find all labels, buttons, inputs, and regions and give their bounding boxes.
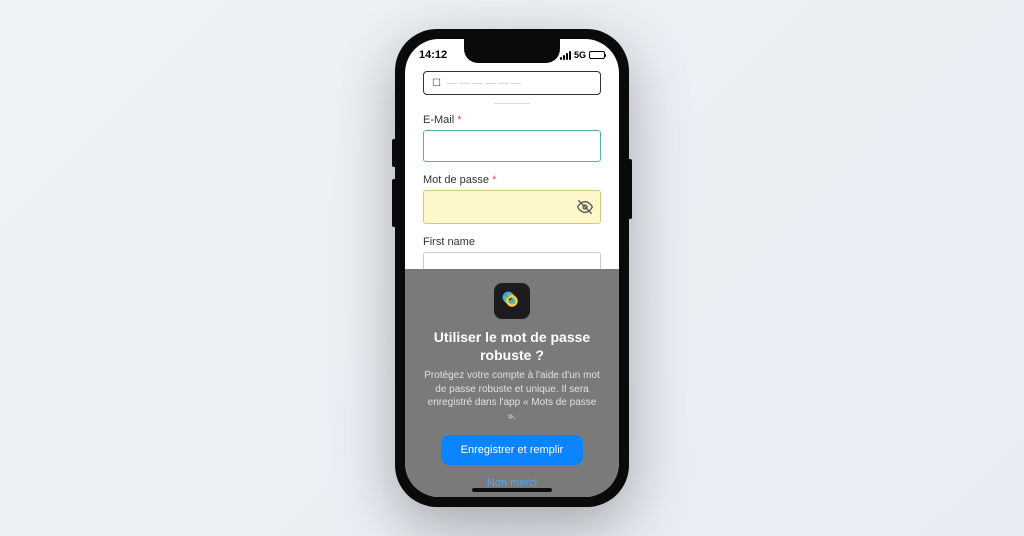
password-label: Mot de passe * bbox=[423, 174, 601, 186]
phone-frame: 14:12 5G ☐ — — — — — — E-Mail * Mot de p… bbox=[395, 29, 629, 507]
network-label: 5G bbox=[574, 50, 586, 60]
home-indicator[interactable] bbox=[472, 488, 552, 492]
key-icon bbox=[501, 290, 523, 312]
email-field[interactable] bbox=[423, 130, 601, 162]
status-time: 14:12 bbox=[419, 49, 447, 61]
sheet-title: Utiliser le mot de passe robuste ? bbox=[423, 329, 601, 364]
notch bbox=[464, 39, 560, 63]
eye-off-icon[interactable] bbox=[577, 199, 593, 215]
email-label-text: E-Mail bbox=[423, 114, 454, 126]
form-content: ☐ — — — — — — E-Mail * Mot de passe * bbox=[405, 67, 619, 296]
firstname-label: First name bbox=[423, 236, 601, 248]
sso-button[interactable]: ☐ — — — — — — bbox=[423, 71, 601, 95]
signal-icon bbox=[560, 51, 571, 60]
password-field-wrap bbox=[423, 190, 601, 224]
save-and-fill-button[interactable]: Enregistrer et remplir bbox=[441, 435, 584, 465]
status-right: 5G bbox=[560, 50, 605, 60]
divider bbox=[494, 103, 530, 104]
passwords-app-icon bbox=[494, 283, 530, 319]
sheet-description: Protégez votre compte à l'aide d'un mot … bbox=[423, 369, 601, 423]
password-prompt-sheet: Utiliser le mot de passe robuste ? Proté… bbox=[405, 269, 619, 497]
password-field[interactable] bbox=[423, 190, 601, 224]
password-label-text: Mot de passe bbox=[423, 174, 489, 186]
battery-icon bbox=[589, 51, 605, 59]
screen: 14:12 5G ☐ — — — — — — E-Mail * Mot de p… bbox=[405, 39, 619, 497]
required-mark: * bbox=[457, 114, 461, 126]
required-mark: * bbox=[492, 174, 496, 186]
sso-label: — — — — — — bbox=[447, 78, 521, 89]
sso-icon: ☐ bbox=[432, 78, 441, 89]
email-label: E-Mail * bbox=[423, 114, 601, 126]
side-button bbox=[629, 159, 632, 219]
